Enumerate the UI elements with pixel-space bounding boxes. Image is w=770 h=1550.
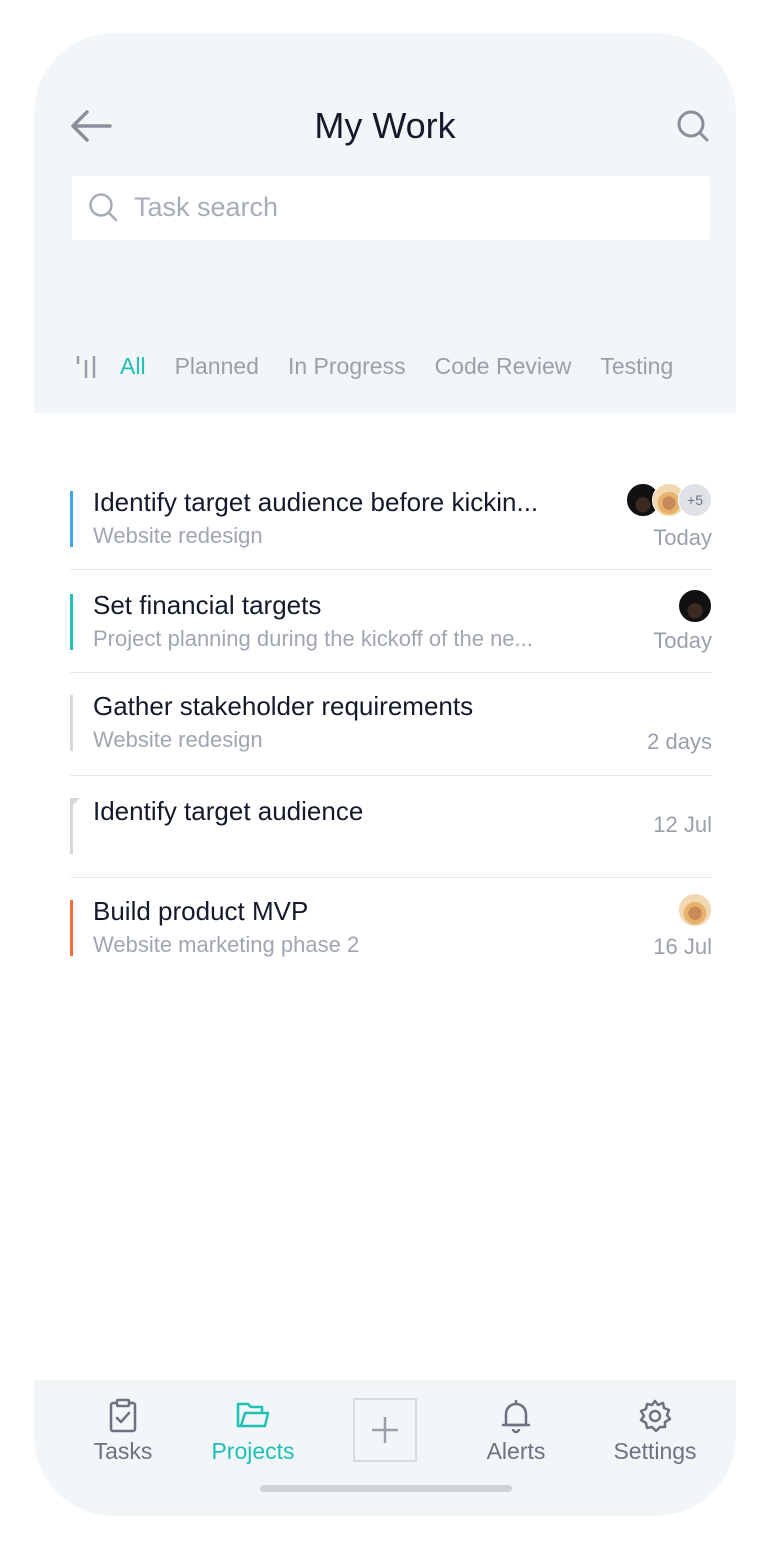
task-row[interactable]: Identify target audience before kickin..… (70, 445, 712, 570)
folder-icon (236, 1402, 270, 1428)
tab-all[interactable]: All (120, 353, 146, 380)
task-due-date: Today (653, 628, 712, 653)
search-icon (89, 193, 118, 222)
task-row[interactable]: Set financial targets Project planning d… (70, 570, 712, 673)
flag-corner-icon (70, 798, 80, 808)
task-project: Website redesign (93, 727, 263, 752)
add-button[interactable] (353, 1398, 417, 1462)
task-due-date: 12 Jul (653, 812, 712, 837)
nav-settings[interactable]: Settings (595, 1398, 715, 1465)
search-placeholder: Task search (134, 192, 279, 222)
nav-alerts-label: Alerts (486, 1438, 546, 1464)
task-row[interactable]: Gather stakeholder requirements Website … (70, 673, 712, 776)
nav-projects[interactable]: Projects (193, 1398, 313, 1465)
priority-bar (70, 695, 73, 751)
search-icon[interactable] (676, 109, 710, 143)
nav-projects-label: Projects (211, 1438, 295, 1464)
task-title: Gather stakeholder requirements (93, 691, 474, 721)
assignee-avatars (678, 589, 712, 623)
task-title: Set financial targets (93, 590, 322, 620)
task-title: Identify target audience before kickin..… (93, 487, 539, 517)
task-due-date: 16 Jul (653, 934, 712, 959)
filter-tabs: All Planned In Progress Code Review Test… (74, 346, 702, 386)
task-project: Website redesign (93, 523, 263, 548)
nav-tasks-label: Tasks (93, 1438, 153, 1464)
assignee-avatars (678, 893, 712, 927)
task-row[interactable]: Build product MVP Website marketing phas… (70, 878, 712, 974)
header: My Work Task search All Planned In Progr… (34, 33, 736, 413)
tab-code-review[interactable]: Code Review (435, 353, 572, 380)
nav-settings-label: Settings (613, 1438, 697, 1464)
task-row[interactable]: Identify target audience 12 Jul (70, 776, 712, 878)
avatar (678, 893, 712, 927)
tab-testing[interactable]: Testing (600, 353, 673, 380)
home-indicator (260, 1485, 512, 1492)
task-list: Identify target audience before kickin..… (70, 445, 712, 974)
task-due-date: Today (653, 525, 712, 550)
avatar (678, 589, 712, 623)
page-title: My Work (314, 105, 456, 146)
assignee-avatars: +5 (626, 483, 712, 517)
tab-in-progress[interactable]: In Progress (288, 353, 406, 380)
priority-bar (70, 491, 73, 547)
bell-icon (501, 1399, 531, 1434)
bottom-tab-bar: Tasks Projects Alerts Settings (34, 1380, 736, 1516)
task-project: Project planning during the kickoff of t… (93, 626, 533, 651)
gear-icon (639, 1399, 672, 1433)
more-assignees-badge: +5 (678, 483, 712, 517)
task-title: Identify target audience (93, 796, 364, 826)
task-due-date: 2 days (647, 729, 712, 754)
nav-alerts[interactable]: Alerts (456, 1398, 576, 1465)
search-input[interactable]: Task search (72, 176, 710, 240)
priority-bar (70, 594, 73, 650)
clipboard-check-icon (109, 1398, 137, 1433)
task-project: Website marketing phase 2 (93, 932, 360, 957)
nav-tasks[interactable]: Tasks (63, 1398, 183, 1465)
columns-filter-icon[interactable] (74, 352, 100, 380)
task-title: Build product MVP (93, 896, 309, 926)
priority-bar (70, 900, 73, 956)
tab-planned[interactable]: Planned (175, 353, 259, 380)
plus-icon (372, 1417, 398, 1443)
phone-screen: My Work Task search All Planned In Progr… (34, 33, 736, 1516)
